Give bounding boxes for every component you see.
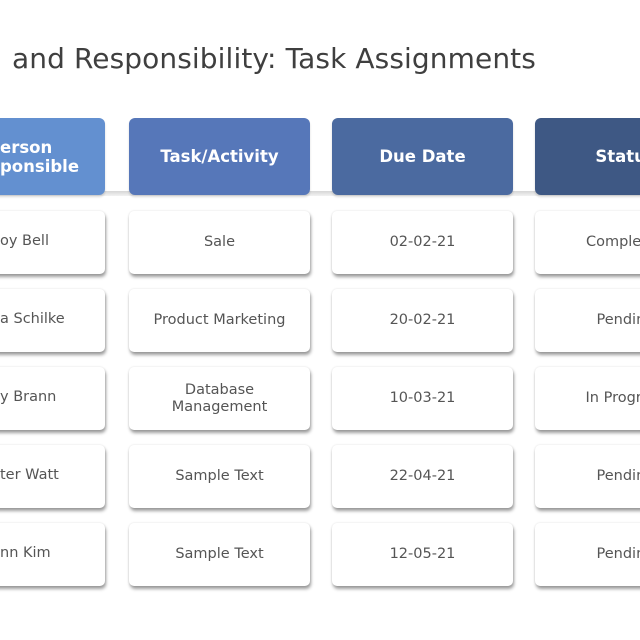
person-name: ter Watt — [0, 467, 59, 483]
due-date-cell: 12-05-21 — [332, 523, 513, 586]
person-name: nn Kim — [0, 545, 51, 561]
status-cell-text: Pending — [596, 312, 640, 328]
due-date-cell-text: 10-03-21 — [389, 390, 456, 406]
due-date-cell-text: 02-02-21 — [389, 234, 456, 250]
task-cell: Sale — [129, 211, 310, 274]
person-name: oy Bell — [0, 233, 49, 249]
due-date-cell: 10-03-21 — [332, 367, 513, 430]
status-cell: Pending — [535, 289, 640, 352]
task-cell: Sample Text — [129, 445, 310, 508]
header-person-line2: ponsible — [0, 157, 80, 176]
due-date-cell: 02-02-21 — [332, 211, 513, 274]
status-cell: In Progress — [535, 367, 640, 430]
status-cell-text: Completed — [585, 234, 640, 250]
due-date-cell-text: 12-05-21 — [389, 546, 456, 562]
task-cell-text: Database Management — [171, 381, 268, 415]
status-cell: Pending — [535, 523, 640, 586]
header-person-line1: erson — [0, 138, 53, 157]
task-cell: Sample Text — [129, 523, 310, 586]
person-name: y Brann — [0, 389, 57, 405]
header-task-activity: Task/Activity — [129, 118, 310, 195]
person-name: a Schilke — [0, 311, 65, 327]
due-date-cell: 20-02-21 — [332, 289, 513, 352]
status-cell-text: Pending — [596, 546, 640, 562]
task-cell: Product Marketing — [129, 289, 310, 352]
page-title: and Responsibility: Task Assignments — [12, 42, 536, 75]
due-date-cell-text: 20-02-21 — [389, 312, 456, 328]
status-cell-text: Pending — [596, 468, 640, 484]
task-cell-text: Sale — [203, 234, 236, 250]
status-cell-text: In Progress — [585, 390, 640, 406]
task-cell-text: Sample Text — [175, 468, 264, 484]
task-cell: Database Management — [129, 367, 310, 430]
task-cell-text: Product Marketing — [153, 312, 286, 328]
header-due-date: Due Date — [332, 118, 513, 195]
task-cell-text: Sample Text — [175, 546, 264, 562]
status-cell: Completed — [535, 211, 640, 274]
header-status: Status — [535, 118, 640, 195]
due-date-cell: 22-04-21 — [332, 445, 513, 508]
status-cell: Pending — [535, 445, 640, 508]
due-date-cell-text: 22-04-21 — [389, 468, 456, 484]
